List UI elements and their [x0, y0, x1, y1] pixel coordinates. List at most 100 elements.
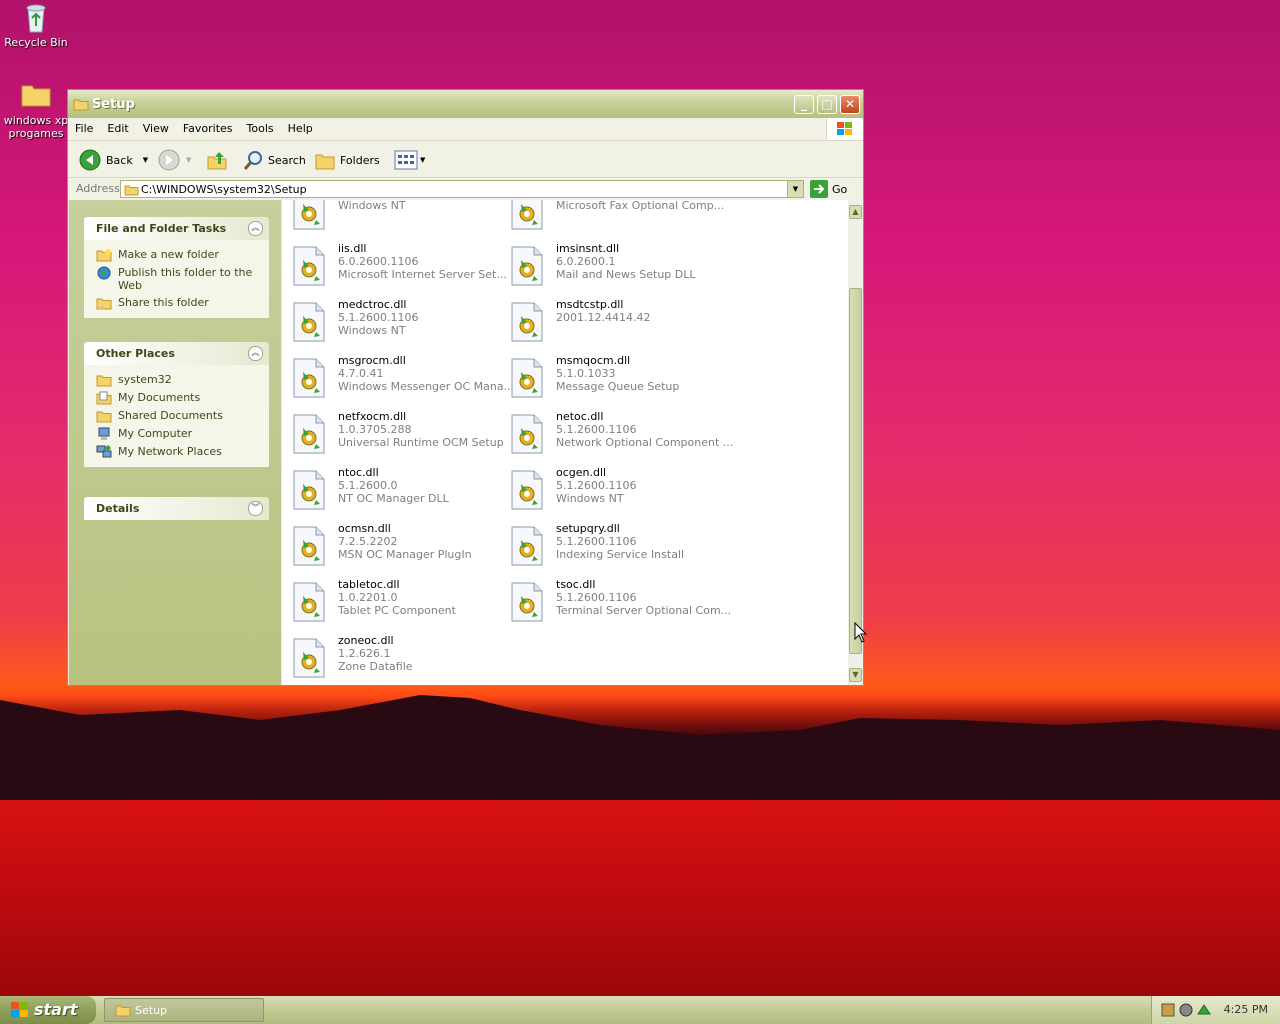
expand-chevron-icon[interactable]: ︾: [248, 501, 263, 516]
file-item[interactable]: ocgen.dll 5.1.2600.1106 Windows NT: [510, 466, 720, 518]
views-button[interactable]: ▼: [394, 149, 425, 171]
file-item[interactable]: msdtcstp.dll 2001.12.4414.42: [510, 298, 720, 350]
file-description: Microsoft Internet Server Set...: [338, 268, 507, 281]
file-name: imsinsnt.dll: [556, 242, 620, 255]
panel-title: File and Folder Tasks: [96, 222, 227, 235]
computer-icon: [98, 427, 110, 440]
panel-header[interactable]: Other Places ︽: [84, 342, 269, 365]
go-label: Go: [832, 182, 848, 196]
collapse-chevron-icon[interactable]: ︽: [248, 346, 263, 361]
file-description: Mail and News Setup DLL: [556, 268, 696, 281]
toolbar: Back ▼ ▼ Search Folders ▼: [68, 141, 863, 178]
maximize-button[interactable]: □: [817, 95, 837, 114]
vertical-scrollbar[interactable]: ▲ ▼: [848, 200, 863, 685]
tray-network-icon[interactable]: [1196, 1002, 1212, 1018]
file-item[interactable]: netoc.dll 5.1.2600.1106 Network Optional C…: [510, 410, 733, 462]
menu-file[interactable]: File: [68, 118, 100, 135]
file-item[interactable]: 5.1.2600.0Windows NT: [292, 200, 502, 238]
dll-file-icon: [510, 302, 544, 342]
file-description: Windows NT: [338, 324, 406, 337]
dll-file-icon: [292, 526, 326, 566]
file-description: Zone Datafile: [338, 660, 413, 673]
dll-file-icon: [292, 358, 326, 398]
task-publish-folder[interactable]: Publish this folder to the Web: [84, 264, 269, 294]
taskbar-window-setup[interactable]: Setup: [104, 998, 264, 1022]
up-folder-icon: [207, 152, 227, 170]
forward-button[interactable]: ▼: [158, 149, 191, 171]
file-item[interactable]: ocmsn.dll 7.2.5.2202 MSN OC Manager PlugIn: [292, 522, 502, 574]
task-share-folder[interactable]: Share this folder: [84, 294, 269, 312]
scroll-up-button[interactable]: ▲: [849, 205, 862, 219]
file-item[interactable]: msgrocm.dll 4.7.0.41 Windows Messenger OC …: [292, 354, 514, 406]
file-item[interactable]: setupqry.dll 5.1.2600.1106 Indexing Servic…: [510, 522, 720, 574]
menu-favorites[interactable]: Favorites: [176, 118, 240, 135]
panel-header[interactable]: File and Folder Tasks ︽: [84, 217, 269, 240]
start-button[interactable]: start: [0, 996, 96, 1024]
menu-help[interactable]: Help: [281, 118, 320, 135]
file-item[interactable]: zoneoc.dll 1.2.626.1 Zone Datafile: [292, 634, 502, 685]
clock: 4:25 PM: [1223, 1003, 1268, 1016]
title-bar[interactable]: Setup _ □ ✕: [68, 90, 863, 118]
desktop-icon-progames[interactable]: windows xp progames: [0, 80, 74, 140]
minimize-button[interactable]: _: [794, 95, 814, 114]
menu-view[interactable]: View: [136, 118, 176, 135]
tray-security-icon[interactable]: [1178, 1002, 1194, 1018]
file-item[interactable]: 5.2.1776.1023Microsoft Fax Optional Comp…: [510, 200, 724, 238]
place-my-computer[interactable]: My Computer: [84, 425, 269, 443]
menu-tools[interactable]: Tools: [240, 118, 281, 135]
desktop-icon-recycle-bin[interactable]: Recycle Bin: [0, 2, 74, 49]
file-item[interactable]: iis.dll 6.0.2600.1106 Microsoft Internet S…: [292, 242, 507, 294]
place-system32[interactable]: system32: [84, 371, 269, 389]
close-button[interactable]: ✕: [840, 95, 860, 114]
file-item[interactable]: tabletoc.dll 1.0.2201.0 Tablet PC Componen…: [292, 578, 502, 630]
tray-app-icon[interactable]: [1160, 1002, 1176, 1018]
file-description: Windows NT: [556, 492, 624, 505]
search-icon: [243, 151, 262, 170]
dll-file-icon: [292, 200, 326, 230]
collapse-chevron-icon[interactable]: ︽: [248, 221, 263, 236]
address-dropdown-button[interactable]: ▼: [787, 181, 803, 197]
panel-header[interactable]: Details ︾: [84, 497, 269, 520]
file-name: ocmsn.dll: [338, 522, 391, 535]
taskbar-window-label: Setup: [135, 1004, 168, 1017]
file-name: zoneoc.dll: [338, 634, 394, 647]
chevron-down-icon[interactable]: ▼: [143, 156, 148, 164]
file-version: 2001.12.4414.42: [556, 311, 651, 324]
dll-file-icon: [510, 526, 544, 566]
scroll-down-button[interactable]: ▼: [849, 668, 862, 682]
file-name: netfxocm.dll: [338, 410, 407, 423]
folder-icon: [115, 1005, 131, 1017]
file-item[interactable]: tsoc.dll 5.1.2600.1106 Terminal Server Opt…: [510, 578, 731, 630]
place-my-network-places[interactable]: My Network Places: [84, 443, 269, 461]
address-input[interactable]: C:\WINDOWS\system32\Setup ▼: [120, 180, 804, 198]
taskbar: start Setup 4:25 PM: [0, 996, 1280, 1024]
file-item[interactable]: netfxocm.dll 1.0.3705.288 Universal Runtim…: [292, 410, 504, 462]
chevron-down-icon[interactable]: ▼: [186, 156, 191, 164]
file-item[interactable]: medctroc.dll 5.1.2600.1106 Windows NT: [292, 298, 502, 350]
file-item[interactable]: ntoc.dll 5.1.2600.0 NT OC Manager DLL: [292, 466, 502, 518]
task-make-new-folder[interactable]: Make a new folder: [84, 246, 269, 264]
file-version: 5.1.2600.1106: [556, 591, 637, 604]
details-panel: Details ︾: [84, 497, 269, 520]
go-arrow-icon: [810, 180, 828, 198]
search-button[interactable]: Search: [242, 149, 306, 171]
file-version: 4.7.0.41: [338, 367, 384, 380]
file-item[interactable]: msmqocm.dll 5.1.0.1033 Message Queue Setup: [510, 354, 720, 406]
place-shared-documents[interactable]: Shared Documents: [84, 407, 269, 425]
address-label: Address: [76, 182, 120, 195]
file-item[interactable]: imsinsnt.dll 6.0.2600.1 Mail and News Setu…: [510, 242, 720, 294]
menu-edit[interactable]: Edit: [100, 118, 135, 135]
file-description: Network Optional Component ...: [556, 436, 734, 449]
scrollbar-thumb[interactable]: [849, 288, 862, 654]
folders-button[interactable]: Folders: [314, 149, 380, 171]
up-folder-button[interactable]: [206, 149, 228, 171]
file-name: msmqocm.dll: [556, 354, 631, 367]
file-version: 1.0.2201.0: [338, 591, 398, 604]
new-folder-icon: [96, 249, 112, 262]
go-button[interactable]: Go: [810, 180, 847, 198]
dll-file-icon: [510, 414, 544, 454]
place-my-documents[interactable]: My Documents: [84, 389, 269, 407]
search-label: Search: [268, 153, 306, 167]
file-version: 6.0.2600.1: [556, 255, 616, 268]
back-button[interactable]: Back ▼: [79, 149, 148, 171]
